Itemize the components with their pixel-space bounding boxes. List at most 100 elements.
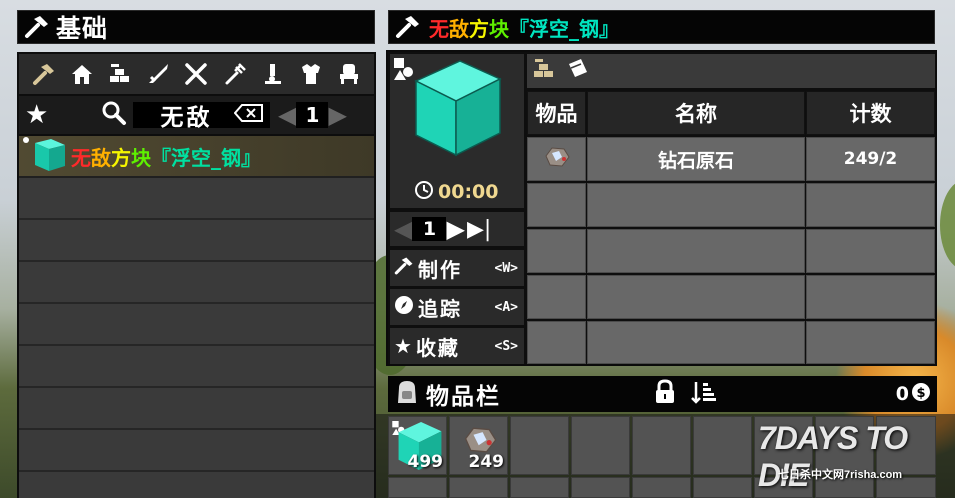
category-weapon-icon[interactable] [142,58,174,90]
quantity-decrease-icon[interactable]: ◀ [394,215,412,243]
logo-text: 7DAYS TO DIE [758,420,908,493]
left-title-bar: 基础 [17,10,375,44]
watermark-subtitle: 七日杀中文网7risha.com [778,469,903,481]
favorite-button-label: 收藏 [415,335,460,360]
slot-count: 499 [407,452,444,472]
lock-icon[interactable] [653,379,677,409]
search-row: ★ 无敌 ◀ 1 ▶ [19,96,374,136]
coin-icon: $ [911,382,931,406]
ingredient-icon-cell [527,275,586,319]
category-chair-icon[interactable] [333,58,365,90]
category-blocks-icon[interactable] [104,58,136,90]
recipe-item-empty[interactable] [19,178,374,220]
ingredient-icon-cell [527,137,586,181]
category-tools-icon[interactable] [180,58,212,90]
inventory-slot[interactable] [693,477,752,498]
recipe-item-empty[interactable] [19,262,374,304]
ingredient-count-cell: 249/2 [806,137,935,181]
search-icon [101,100,127,130]
craft-button[interactable]: 制作 <W> [390,250,524,286]
category-armor-icon[interactable] [295,58,327,90]
favorite-button[interactable]: ★ 收藏 <S> [390,328,524,364]
ingredient-count-cell [806,275,935,319]
ingredient-name: 钻石原石 [657,149,734,172]
recipe-item-selected[interactable]: 无敌方块『浮空_钢』 [19,136,374,178]
page-next-arrow-icon[interactable]: ▶ [328,101,346,129]
track-button[interactable]: 追踪 <A> [390,289,524,325]
quantity-max-icon[interactable]: ▶| [467,217,491,242]
craft-time: 00:00 [414,180,498,204]
craft-button-key: <W> [494,260,518,276]
ingredient-count: 249/2 [843,149,898,169]
ingredient-count-cell [806,183,935,227]
inventory-slot[interactable] [510,416,569,475]
search-input-text: 无敌 [160,105,213,131]
inventory-slot[interactable] [632,416,691,475]
ingredient-name-cell [587,321,805,364]
ingredient-name-cell [587,183,805,227]
search-input[interactable]: 无敌 [133,102,270,131]
clear-search-icon[interactable] [233,103,264,127]
quantity-increase-icon[interactable]: ▶ [446,215,464,243]
inventory-slot[interactable] [571,416,630,475]
recipe-item-empty[interactable] [19,388,374,430]
inventory-slot[interactable] [510,477,569,498]
inventory-title-bar: 物品栏 0 $ [388,376,937,412]
page-prev-arrow-icon[interactable]: ◀ [278,101,296,129]
ingredient-icon-cell [527,321,586,364]
track-button-key: <A> [494,299,518,315]
recipe-item-empty[interactable] [19,430,374,472]
star-icon: ★ [394,334,412,358]
hammer-icon [394,256,414,280]
ingredient-name-cell: 钻石原石 [587,137,805,181]
favorite-button-key: <S> [494,338,518,354]
category-science-icon[interactable] [257,58,289,90]
inventory-slot[interactable] [632,477,691,498]
blocks-tab-icon[interactable] [531,56,557,86]
inventory-slot[interactable] [571,477,630,498]
ingredient-icon-cell [527,229,586,273]
recipe-cube-icon [21,135,69,177]
category-hammer-icon[interactable] [28,58,60,90]
item-type-icon [392,56,414,86]
inventory-slot[interactable] [449,477,508,498]
slot-count: 249 [468,452,505,472]
sort-icon[interactable] [691,379,717,409]
category-pitchfork-icon[interactable] [219,58,251,90]
quantity-value[interactable]: 1 [412,217,447,241]
inventory-slot[interactable] [388,477,447,498]
ingredient-name-cell [587,229,805,273]
craft-button-label: 制作 [418,257,462,282]
compass-icon [394,295,414,319]
recipe-item-empty[interactable] [19,220,374,262]
category-home-icon[interactable] [66,58,98,90]
recipe-item-empty[interactable] [19,304,374,346]
inventory-slot[interactable]: 249 [449,416,508,475]
item-preview: 00:00 [390,54,524,208]
ingredient-tab-bar [527,54,935,88]
right-title: 无敌方块『浮空_钢』 [429,16,619,41]
column-header-item: 物品 [527,91,586,135]
currency-amount: 0 [895,383,909,405]
svg-text:$: $ [916,386,925,401]
craft-panel: 00:00 ◀ 1 ▶ ▶| 制作 <W> 追踪 <A> ★ 收藏 <S> 物品… [386,50,937,366]
column-header-name: 名称 [587,91,805,135]
quantity-row: ◀ 1 ▶ ▶| [390,212,524,246]
craft-time-value: 00:00 [438,181,499,203]
ingredient-count-cell [806,321,935,364]
inventory-slot[interactable] [693,416,752,475]
ingredient-count-cell [806,229,935,273]
backpack-icon [394,378,420,410]
ingredient-name-cell [587,275,805,319]
column-header-count: 计数 [806,91,935,135]
book-tab-icon[interactable] [565,56,591,86]
recipe-item-empty[interactable] [19,346,374,388]
right-title-bar: 无敌方块『浮空_钢』 [388,10,935,44]
category-bar [19,54,374,96]
recipe-list-panel: ★ 无敌 ◀ 1 ▶ 无敌方块『浮空_钢』 [17,52,376,498]
inventory-title: 物品栏 [426,384,501,410]
inventory-slot[interactable]: 499 [388,416,447,475]
recipe-item-empty[interactable] [19,472,374,498]
clock-icon [414,180,434,204]
favorite-filter-star-icon[interactable]: ★ [25,100,55,130]
